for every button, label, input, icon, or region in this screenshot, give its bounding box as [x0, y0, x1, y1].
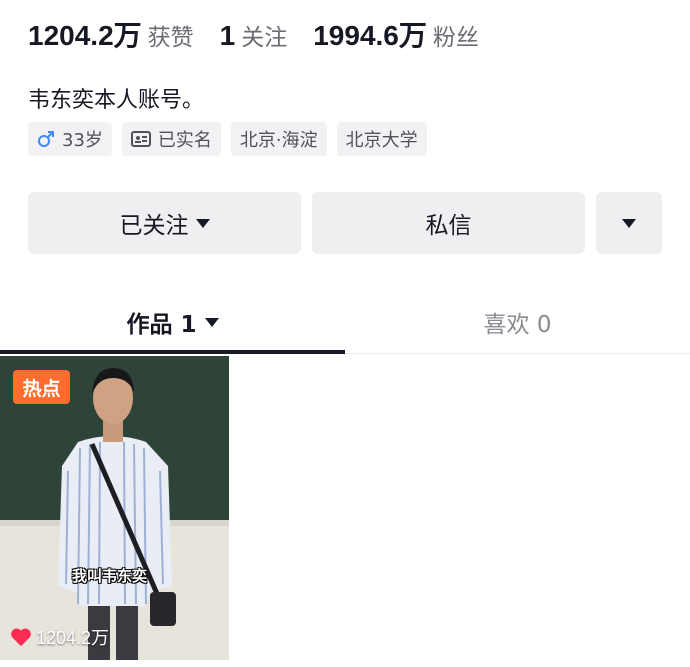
caret-down-icon [204, 317, 219, 327]
tab-likes[interactable]: 喜欢 0 [345, 290, 690, 354]
stat-followers[interactable]: 1994.6万 粉丝 [313, 14, 479, 54]
profile-tags: 33岁 已实名 北京·海淀 北京大学 [28, 122, 437, 156]
stat-value: 1 [219, 20, 236, 51]
stat-following[interactable]: 1 关注 [220, 18, 288, 52]
stat-value: 1994.6万 [313, 20, 427, 51]
like-count-text: 1204.2万 [36, 628, 110, 648]
video-caption: 我叫韦东奕 [72, 567, 148, 585]
tag-label: 33岁 [62, 130, 103, 151]
id-card-icon [130, 131, 151, 147]
video-thumbnail[interactable]: 热点 我叫韦东奕 1204.2万 [0, 356, 229, 660]
followed-button[interactable]: 已关注 [28, 192, 301, 254]
caret-down-icon [195, 218, 210, 228]
tag-verified: 已实名 [121, 122, 221, 156]
profile-stats: 1204.2万 获赞 1 关注 1994.6万 粉丝 [28, 14, 505, 58]
male-gender-icon [37, 130, 55, 148]
stat-label: 获赞 [147, 25, 194, 51]
heart-icon [10, 627, 32, 647]
active-tab-indicator [0, 350, 345, 354]
stat-value: 1204.2万 [28, 20, 142, 51]
tag-age: 33岁 [28, 122, 112, 156]
message-button-label: 私信 [425, 213, 472, 239]
video-like-count: 1204.2万 [10, 624, 109, 650]
message-button[interactable]: 私信 [312, 192, 585, 254]
more-options-button[interactable] [596, 192, 662, 254]
tab-likes-label: 喜欢 0 [483, 312, 552, 338]
tag-location: 北京·海淀 [230, 122, 327, 156]
stat-label: 粉丝 [432, 25, 479, 51]
tag-label: 北京大学 [345, 130, 418, 151]
profile-bio: 韦东奕本人账号。 [28, 88, 205, 113]
stat-likes-received[interactable]: 1204.2万 获赞 [28, 14, 194, 54]
tag-label: 已实名 [157, 130, 212, 151]
tag-school: 北京大学 [336, 122, 427, 156]
content-tabs: 作品 1 喜欢 0 [0, 290, 690, 354]
tab-works-label: 作品 1 [126, 312, 197, 338]
caret-down-icon [622, 218, 636, 228]
stat-label: 关注 [241, 25, 288, 51]
tab-works[interactable]: 作品 1 [0, 290, 345, 354]
tag-label: 北京·海淀 [239, 130, 318, 151]
trending-badge: 热点 [13, 370, 70, 404]
followed-button-label: 已关注 [119, 213, 189, 239]
